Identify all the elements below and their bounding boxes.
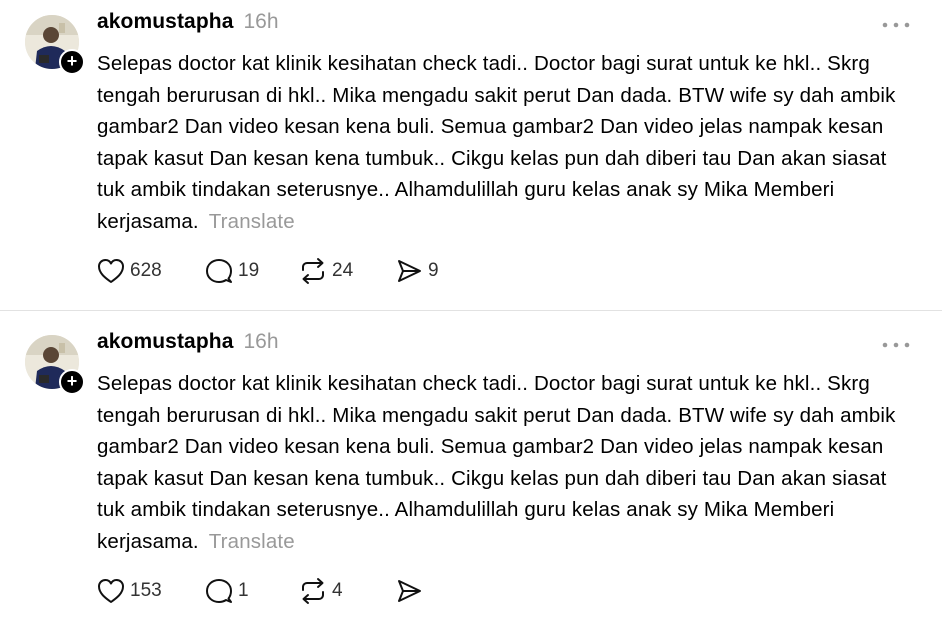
action-bar: 628 19 24 9 [96, 256, 454, 286]
comment-icon [206, 579, 232, 603]
post-header: akomustapha 16h [97, 10, 279, 42]
post-text: Selepas doctor kat klinik kesihatan chec… [97, 372, 896, 553]
post: + akomustapha 16h Selepas doctor kat kli… [0, 0, 942, 311]
heart-icon [98, 579, 124, 603]
like-count: 628 [130, 260, 162, 281]
like-count: 153 [130, 580, 162, 601]
plus-icon[interactable]: + [59, 369, 85, 395]
reply-button[interactable]: 19 [204, 256, 298, 286]
avatar[interactable]: + [25, 335, 85, 395]
like-button[interactable]: 628 [96, 256, 204, 286]
translate-link[interactable]: Translate [209, 210, 295, 233]
timestamp: 16h [243, 330, 279, 353]
action-bar: 153 1 4 [96, 576, 454, 606]
repost-icon [302, 258, 324, 284]
share-count: 9 [428, 260, 439, 281]
post-header: akomustapha 16h [97, 330, 279, 362]
post-divider [0, 310, 942, 311]
share-button[interactable] [394, 576, 454, 606]
repost-icon [302, 578, 324, 604]
send-icon [398, 260, 421, 282]
more-icon[interactable] [880, 334, 912, 356]
post: + akomustapha 16h Selepas doctor kat kli… [0, 320, 942, 622]
more-icon[interactable] [880, 14, 912, 36]
repost-button[interactable]: 24 [298, 256, 394, 286]
post-body: Selepas doctor kat klinik kesihatan chec… [97, 48, 912, 237]
plus-icon[interactable]: + [59, 49, 85, 75]
like-button[interactable]: 153 [96, 576, 204, 606]
thread-feed: + akomustapha 16h Selepas doctor kat kli… [0, 0, 942, 622]
send-icon [398, 580, 421, 602]
heart-icon [98, 259, 124, 283]
avatar[interactable]: + [25, 15, 85, 75]
repost-count: 4 [332, 580, 343, 601]
timestamp: 16h [243, 10, 279, 33]
reply-count: 1 [238, 580, 249, 601]
repost-button[interactable]: 4 [298, 576, 394, 606]
share-button[interactable]: 9 [394, 256, 454, 286]
reply-count: 19 [238, 260, 260, 281]
repost-count: 24 [332, 260, 354, 281]
username[interactable]: akomustapha [97, 10, 233, 34]
comment-icon [206, 259, 232, 283]
translate-link[interactable]: Translate [209, 530, 295, 553]
post-text: Selepas doctor kat klinik kesihatan chec… [97, 52, 896, 233]
username[interactable]: akomustapha [97, 330, 233, 354]
post-body: Selepas doctor kat klinik kesihatan chec… [97, 368, 912, 557]
reply-button[interactable]: 1 [204, 576, 298, 606]
